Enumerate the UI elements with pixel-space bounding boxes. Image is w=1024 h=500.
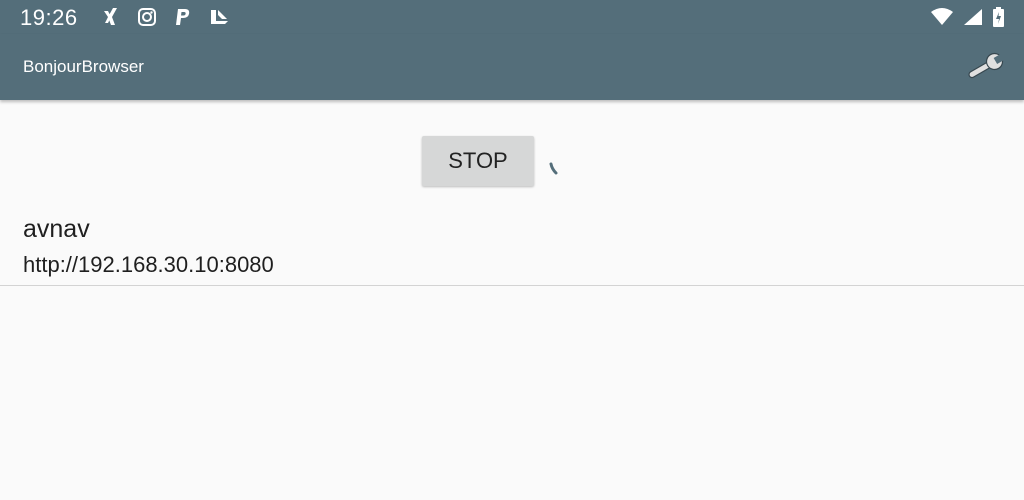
list-divider	[0, 285, 1024, 286]
paypal-icon	[172, 6, 194, 28]
app-title: BonjourBrowser	[23, 57, 144, 76]
wifi-icon	[930, 7, 954, 32]
progress-spinner	[548, 162, 560, 176]
feedly-icon	[208, 6, 230, 28]
app-bar: BonjourBrowser	[0, 34, 1024, 100]
notification-icons	[100, 6, 230, 28]
status-time: 19:26	[20, 5, 78, 30]
service-list-item[interactable]: avnav http://192.168.30.10:8080	[0, 205, 1024, 285]
xing-icon	[100, 6, 122, 28]
status-bar: 19:26	[0, 0, 1024, 34]
cell-signal-icon	[962, 7, 984, 32]
instagram-icon	[136, 6, 158, 28]
service-name: avnav	[23, 215, 90, 243]
battery-charging-icon	[992, 6, 1006, 33]
wrench-icon	[964, 52, 1006, 90]
settings-button[interactable]	[964, 48, 1006, 86]
service-url: http://192.168.30.10:8080	[23, 252, 274, 277]
system-icons	[930, 6, 1006, 33]
stop-button[interactable]: STOP	[422, 136, 534, 186]
